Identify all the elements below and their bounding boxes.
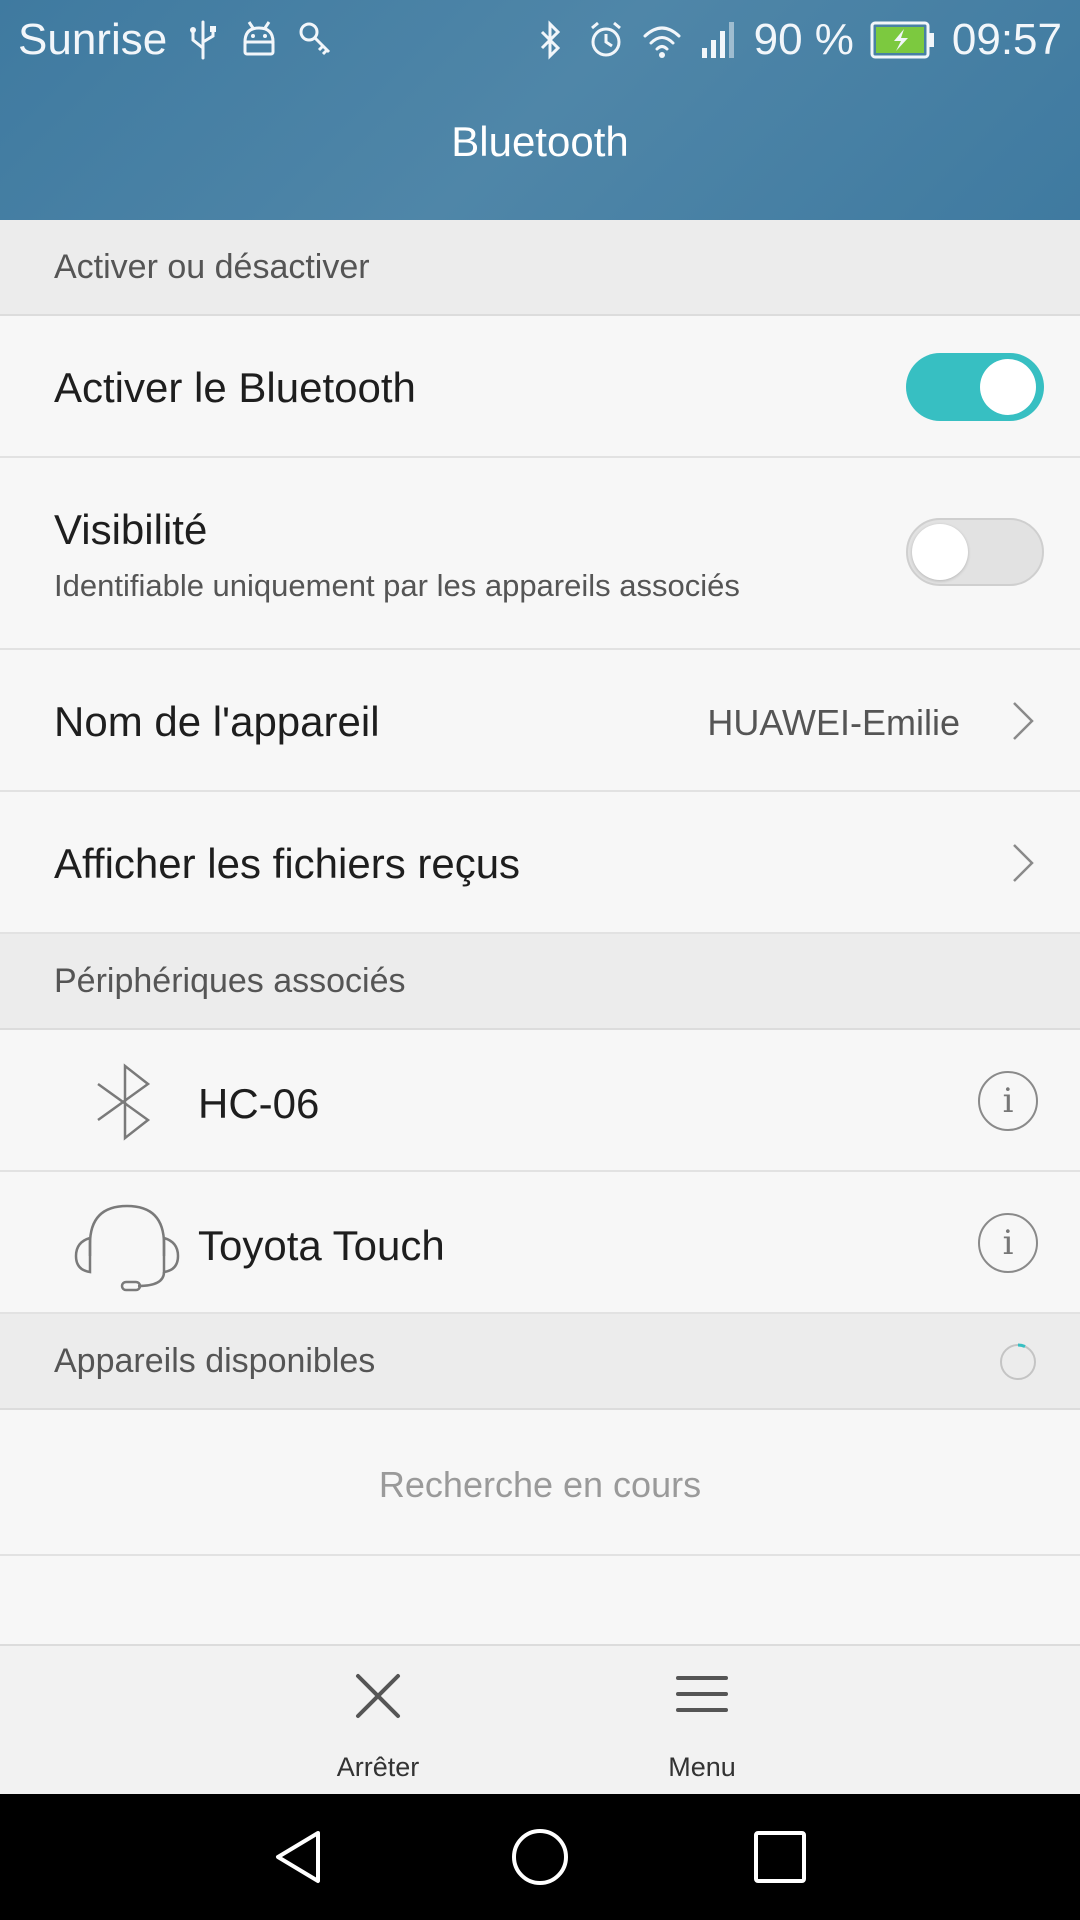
app-bar: Sunrise 90 % 09:57 Bluetooth xyxy=(0,0,1080,220)
clock: 09:57 xyxy=(951,15,1062,64)
bottom-action-bar: Arrêter Menu xyxy=(0,1644,1080,1794)
device-name-label: Nom de l'appareil xyxy=(54,698,380,745)
bluetooth-icon xyxy=(97,1063,151,1141)
usb-icon xyxy=(183,18,223,62)
visibility-label: Visibilité xyxy=(54,506,208,553)
section-header-available: Appareils disponibles xyxy=(0,1314,1080,1410)
status-bar-left: Sunrise xyxy=(18,14,335,66)
status-bar-right: 90 % 09:57 xyxy=(530,14,1062,66)
menu-icon xyxy=(676,1676,728,1712)
menu-button-label: Menu xyxy=(668,1752,736,1782)
bluetooth-icon xyxy=(530,18,570,62)
signal-icon xyxy=(698,18,738,62)
switch-knob xyxy=(980,359,1036,415)
received-files-label: Afficher les fichiers reçus xyxy=(54,840,521,887)
bluetooth-toggle-label: Activer le Bluetooth xyxy=(54,364,416,411)
search-status-text: Recherche en cours xyxy=(378,1464,702,1505)
chevron-right-icon xyxy=(1013,844,1034,882)
device-name-value: HUAWEI-Emilie xyxy=(707,702,960,743)
android-debug-icon xyxy=(239,18,279,62)
battery-charging-icon xyxy=(870,21,936,59)
visibility-row[interactable]: Visibilité Identifiable uniquement par l… xyxy=(0,458,1080,650)
device-info-button[interactable]: i xyxy=(978,1071,1038,1131)
status-bar: Sunrise 90 % 09:57 xyxy=(0,0,1080,80)
wifi-icon xyxy=(642,18,682,62)
stop-button[interactable]: Arrêter xyxy=(278,1646,478,1796)
switch-knob xyxy=(912,524,968,580)
key-icon xyxy=(295,18,335,62)
home-icon[interactable] xyxy=(510,1827,570,1887)
paired-device-name: Toyota Touch xyxy=(198,1222,445,1269)
bluetooth-switch[interactable] xyxy=(906,353,1044,421)
paired-device-row[interactable]: Toyota Touch i xyxy=(0,1172,1080,1314)
bluetooth-toggle-row[interactable]: Activer le Bluetooth xyxy=(0,316,1080,458)
device-name-row[interactable]: Nom de l'appareil HUAWEI-Emilie xyxy=(0,650,1080,792)
info-icon: i xyxy=(1002,1223,1014,1263)
section-header-available-label: Appareils disponibles xyxy=(54,1341,376,1380)
device-info-button[interactable]: i xyxy=(978,1213,1038,1273)
close-icon xyxy=(356,1674,400,1718)
paired-device-name: HC-06 xyxy=(198,1080,320,1127)
visibility-switch[interactable] xyxy=(906,518,1044,586)
visibility-description: Identifiable uniquement par les appareil… xyxy=(54,568,740,603)
alarm-icon xyxy=(586,18,626,62)
menu-button[interactable]: Menu xyxy=(602,1646,802,1796)
headset-icon xyxy=(74,1204,180,1292)
section-header-toggle: Activer ou désactiver xyxy=(0,220,1080,316)
battery-percent: 90 % xyxy=(753,15,854,64)
stop-button-label: Arrêter xyxy=(336,1752,420,1782)
paired-device-row[interactable]: HC-06 i xyxy=(0,1030,1080,1172)
back-icon[interactable] xyxy=(270,1827,330,1887)
system-navigation-bar xyxy=(0,1794,1080,1920)
info-icon: i xyxy=(1002,1081,1014,1121)
chevron-right-icon xyxy=(1013,702,1034,740)
search-status-row: Recherche en cours xyxy=(0,1410,1080,1556)
section-header-paired: Périphériques associés xyxy=(0,934,1080,1030)
recent-apps-icon[interactable] xyxy=(750,1827,810,1887)
page-title: Bluetooth xyxy=(451,118,629,165)
received-files-row[interactable]: Afficher les fichiers reçus xyxy=(0,792,1080,934)
carrier-name: Sunrise xyxy=(18,15,168,64)
loading-spinner-icon xyxy=(1000,1343,1036,1380)
